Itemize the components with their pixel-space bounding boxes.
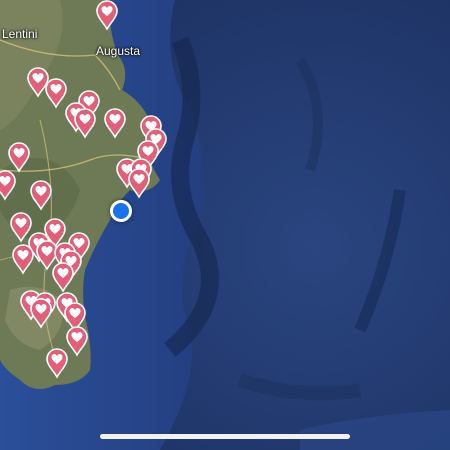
heart-pin-icon[interactable] <box>12 244 34 275</box>
heart-pin-icon[interactable] <box>52 262 74 293</box>
heart-pin-icon[interactable] <box>45 78 67 109</box>
heart-pin-icon[interactable] <box>96 0 118 31</box>
heart-pin-icon[interactable] <box>0 170 16 201</box>
place-label-augusta[interactable]: Augusta <box>96 44 140 58</box>
place-label-lentini[interactable]: Lentini <box>2 27 37 41</box>
heart-pin-icon[interactable] <box>74 108 96 139</box>
heart-pin-icon[interactable] <box>30 180 52 211</box>
heart-pin-icon[interactable] <box>8 142 30 173</box>
heart-pin-icon[interactable] <box>128 168 150 199</box>
heart-pin-icon[interactable] <box>66 326 88 357</box>
satellite-imagery <box>0 0 450 450</box>
map-view[interactable]: Lentini Augusta <box>0 0 450 450</box>
heart-pin-icon[interactable] <box>30 298 52 329</box>
current-location-dot[interactable] <box>110 200 132 222</box>
heart-pin-icon[interactable] <box>104 108 126 139</box>
heart-pin-icon[interactable] <box>46 348 68 379</box>
home-indicator[interactable] <box>100 434 350 439</box>
